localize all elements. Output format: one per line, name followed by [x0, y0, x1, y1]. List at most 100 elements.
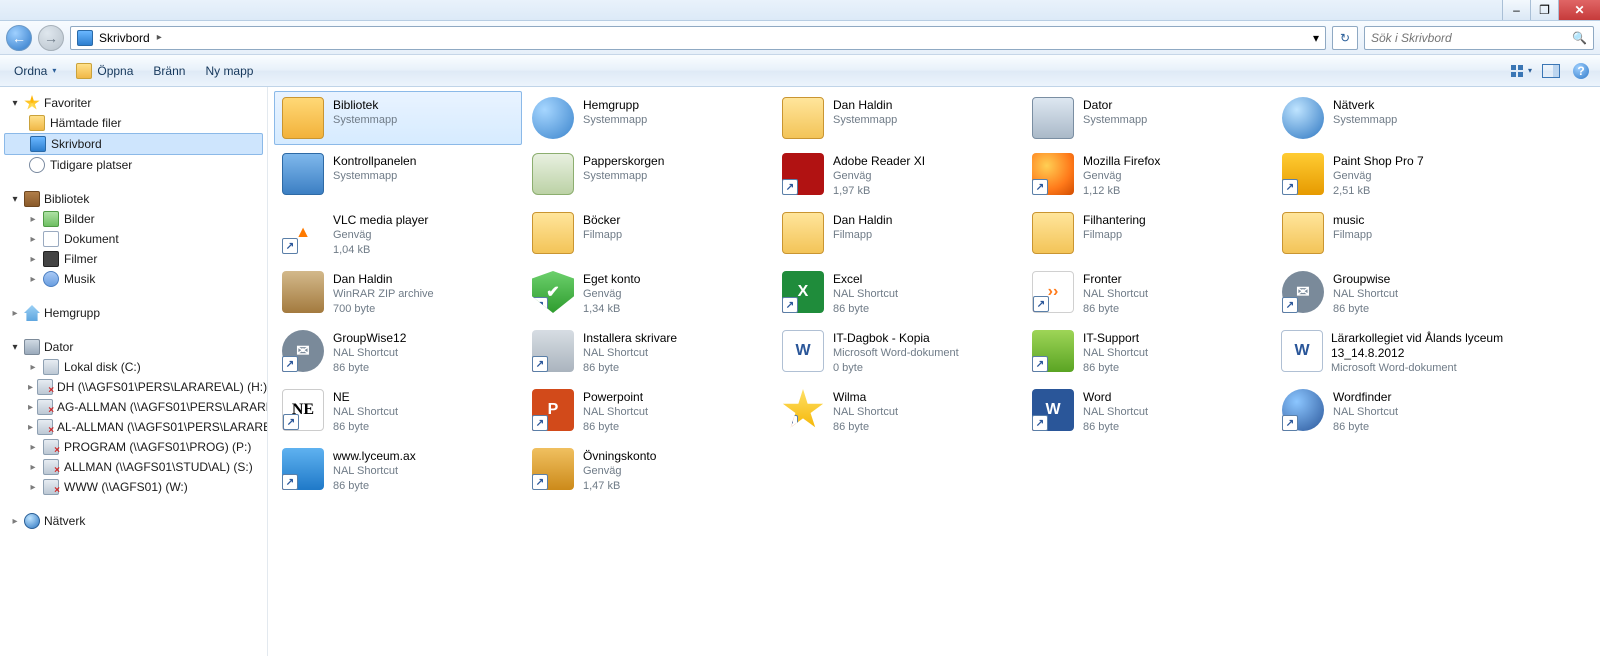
network-header[interactable]: ▸ Nätverk — [0, 511, 267, 531]
file-item[interactable]: PPowerpointNAL Shortcut86 byte — [524, 383, 772, 440]
file-item[interactable]: WIT-Dagbok - KopiaMicrosoft Word-dokumen… — [774, 324, 1022, 381]
maximize-button[interactable]: ❐ — [1530, 0, 1558, 20]
groupwise-icon: ✉ — [281, 329, 325, 373]
file-item[interactable]: Dan HaldinFilmapp — [774, 206, 1022, 263]
sidebar-item-drive-p[interactable]: ▸PROGRAM (\\AGFS01\PROG) (P:) — [0, 437, 267, 457]
sidebar-item-drive-w[interactable]: ▸WWW (\\AGFS01) (W:) — [0, 477, 267, 497]
file-item[interactable]: HemgruppSystemmapp — [524, 91, 772, 145]
file-item[interactable]: PapperskorgenSystemmapp — [524, 147, 772, 204]
minimize-button[interactable]: – — [1502, 0, 1530, 20]
file-name: IT-Support — [1083, 331, 1148, 346]
file-size: 86 byte — [1333, 420, 1398, 435]
file-item[interactable]: XExcelNAL Shortcut86 byte — [774, 265, 1022, 322]
sidebar-item-desktop[interactable]: Skrivbord — [4, 133, 263, 155]
file-item[interactable]: IT-SupportNAL Shortcut86 byte — [1024, 324, 1272, 381]
sidebar-item-label: Skrivbord — [51, 137, 102, 151]
file-size: 86 byte — [333, 479, 416, 494]
file-item[interactable]: WWordNAL Shortcut86 byte — [1024, 383, 1272, 440]
preview-pane-button[interactable] — [1538, 59, 1564, 83]
file-item[interactable]: Dan HaldinWinRAR ZIP archive700 byte — [274, 265, 522, 322]
sidebar-item-recent[interactable]: Tidigare platser — [0, 155, 267, 175]
chevron-right-icon: ▸ — [154, 32, 165, 43]
file-item[interactable]: BöckerFilmapp — [524, 206, 772, 263]
breadcrumb[interactable]: Skrivbord ▸ — [99, 31, 165, 45]
forward-button[interactable]: → — [38, 25, 64, 51]
expander-icon: ▸ — [28, 402, 33, 413]
file-item[interactable]: Mozilla FirefoxGenväg1,12 kB — [1024, 147, 1272, 204]
file-item[interactable]: musicFilmapp — [1274, 206, 1522, 263]
organize-button[interactable]: Ordna ▾ — [6, 60, 64, 82]
address-bar[interactable]: Skrivbord ▸ ▾ — [70, 26, 1326, 50]
favorites-header[interactable]: ▾ Favoriter — [0, 93, 267, 113]
file-item[interactable]: Installera skrivareNAL Shortcut86 byte — [524, 324, 772, 381]
open-button[interactable]: Öppna — [68, 59, 141, 83]
file-type: Systemmapp — [1333, 113, 1397, 128]
view-options-button[interactable]: ▾ — [1508, 59, 1534, 83]
ne-icon: NE — [281, 388, 325, 432]
folderb-icon — [1281, 211, 1325, 255]
file-list[interactable]: BibliotekSystemmappHemgruppSystemmappDan… — [268, 87, 1600, 656]
file-item[interactable]: ÖvningskontoGenväg1,47 kB — [524, 442, 772, 499]
network-icon — [1281, 96, 1325, 140]
file-item[interactable]: WordfinderNAL Shortcut86 byte — [1274, 383, 1522, 440]
file-item[interactable]: ✉GroupWise12NAL Shortcut86 byte — [274, 324, 522, 381]
network-group: ▸ Nätverk — [0, 511, 267, 531]
file-item[interactable]: ✔Eget kontoGenväg1,34 kB — [524, 265, 772, 322]
file-item[interactable]: ✉GroupwiseNAL Shortcut86 byte — [1274, 265, 1522, 322]
computer-icon — [1031, 96, 1075, 140]
sidebar-item-drive-s[interactable]: ▸ALLMAN (\\AGFS01\STUD\AL) (S:) — [0, 457, 267, 477]
file-type: NAL Shortcut — [833, 405, 898, 420]
computer-header[interactable]: ▾ Dator — [0, 337, 267, 357]
file-type: Microsoft Word-dokument — [1331, 361, 1515, 376]
file-size: 86 byte — [333, 361, 406, 376]
sidebar-item-drive-ag[interactable]: ▸AG-ALLMAN (\\AGFS01\PERS\LARARE) ( — [0, 397, 267, 417]
sidebar-item-drive-al[interactable]: ▸AL-ALLMAN (\\AGFS01\PERS\LARARE\A — [0, 417, 267, 437]
sidebar-item-pictures[interactable]: ▸Bilder — [0, 209, 267, 229]
groupwise-icon: ✉ — [1281, 270, 1325, 314]
file-name: VLC media player — [333, 213, 428, 228]
chevron-down-icon: ▾ — [52, 66, 56, 75]
folderb-icon — [781, 211, 825, 255]
file-item[interactable]: DatorSystemmapp — [1024, 91, 1272, 145]
file-item[interactable]: ▲VLC media playerGenväg1,04 kB — [274, 206, 522, 263]
sidebar-item-documents[interactable]: ▸Dokument — [0, 229, 267, 249]
sidebar-item-music[interactable]: ▸Musik — [0, 269, 267, 289]
sidebar-item-local-disk[interactable]: ▸Lokal disk (C:) — [0, 357, 267, 377]
file-name: NE — [333, 390, 398, 405]
ppt-icon: P — [531, 388, 575, 432]
file-item[interactable]: www.lyceum.axNAL Shortcut86 byte — [274, 442, 522, 499]
new-folder-button[interactable]: Ny mapp — [197, 60, 261, 82]
sidebar-item-drive-h[interactable]: ▸DH (\\AGFS01\PERS\LARARE\AL) (H:) — [0, 377, 267, 397]
file-item[interactable]: WLärarkollegiet vid Ålands lyceum 13_14.… — [1274, 324, 1522, 381]
close-button[interactable]: ✕ — [1558, 0, 1600, 20]
address-history-dropdown[interactable]: ▾ — [1313, 31, 1319, 45]
file-item[interactable]: Dan HaldinSystemmapp — [774, 91, 1022, 145]
file-name: Hemgrupp — [583, 98, 647, 113]
search-input[interactable] — [1371, 31, 1572, 45]
navigation-bar: ← → Skrivbord ▸ ▾ ↻ 🔍 — [0, 21, 1600, 55]
file-item[interactable]: WilmaNAL Shortcut86 byte — [774, 383, 1022, 440]
libraries-header[interactable]: ▾ Bibliotek — [0, 189, 267, 209]
file-item[interactable]: NätverkSystemmapp — [1274, 91, 1522, 145]
sidebar-item-videos[interactable]: ▸Filmer — [0, 249, 267, 269]
back-button[interactable]: ← — [6, 25, 32, 51]
file-item[interactable]: Paint Shop Pro 7Genväg2,51 kB — [1274, 147, 1522, 204]
search-box[interactable]: 🔍 — [1364, 26, 1594, 50]
sidebar-item-downloads[interactable]: Hämtade filer — [0, 113, 267, 133]
file-size: 86 byte — [833, 302, 898, 317]
file-item[interactable]: FilhanteringFilmapp — [1024, 206, 1272, 263]
file-item[interactable]: BibliotekSystemmapp — [274, 91, 522, 145]
itsupport-icon — [1031, 329, 1075, 373]
file-item[interactable]: NENENAL Shortcut86 byte — [274, 383, 522, 440]
refresh-button[interactable]: ↻ — [1332, 26, 1358, 50]
homegroup-header[interactable]: ▸ Hemgrupp — [0, 303, 267, 323]
help-button[interactable]: ? — [1568, 59, 1594, 83]
file-item[interactable]: ››FronterNAL Shortcut86 byte — [1024, 265, 1272, 322]
location-icon — [77, 30, 93, 46]
file-type: NAL Shortcut — [1083, 287, 1148, 302]
file-item[interactable]: Adobe Reader XIGenväg1,97 kB — [774, 147, 1022, 204]
file-name: Dan Haldin — [833, 98, 897, 113]
burn-button[interactable]: Bränn — [145, 60, 193, 82]
file-item[interactable]: KontrollpanelenSystemmapp — [274, 147, 522, 204]
network-icon — [24, 513, 40, 529]
